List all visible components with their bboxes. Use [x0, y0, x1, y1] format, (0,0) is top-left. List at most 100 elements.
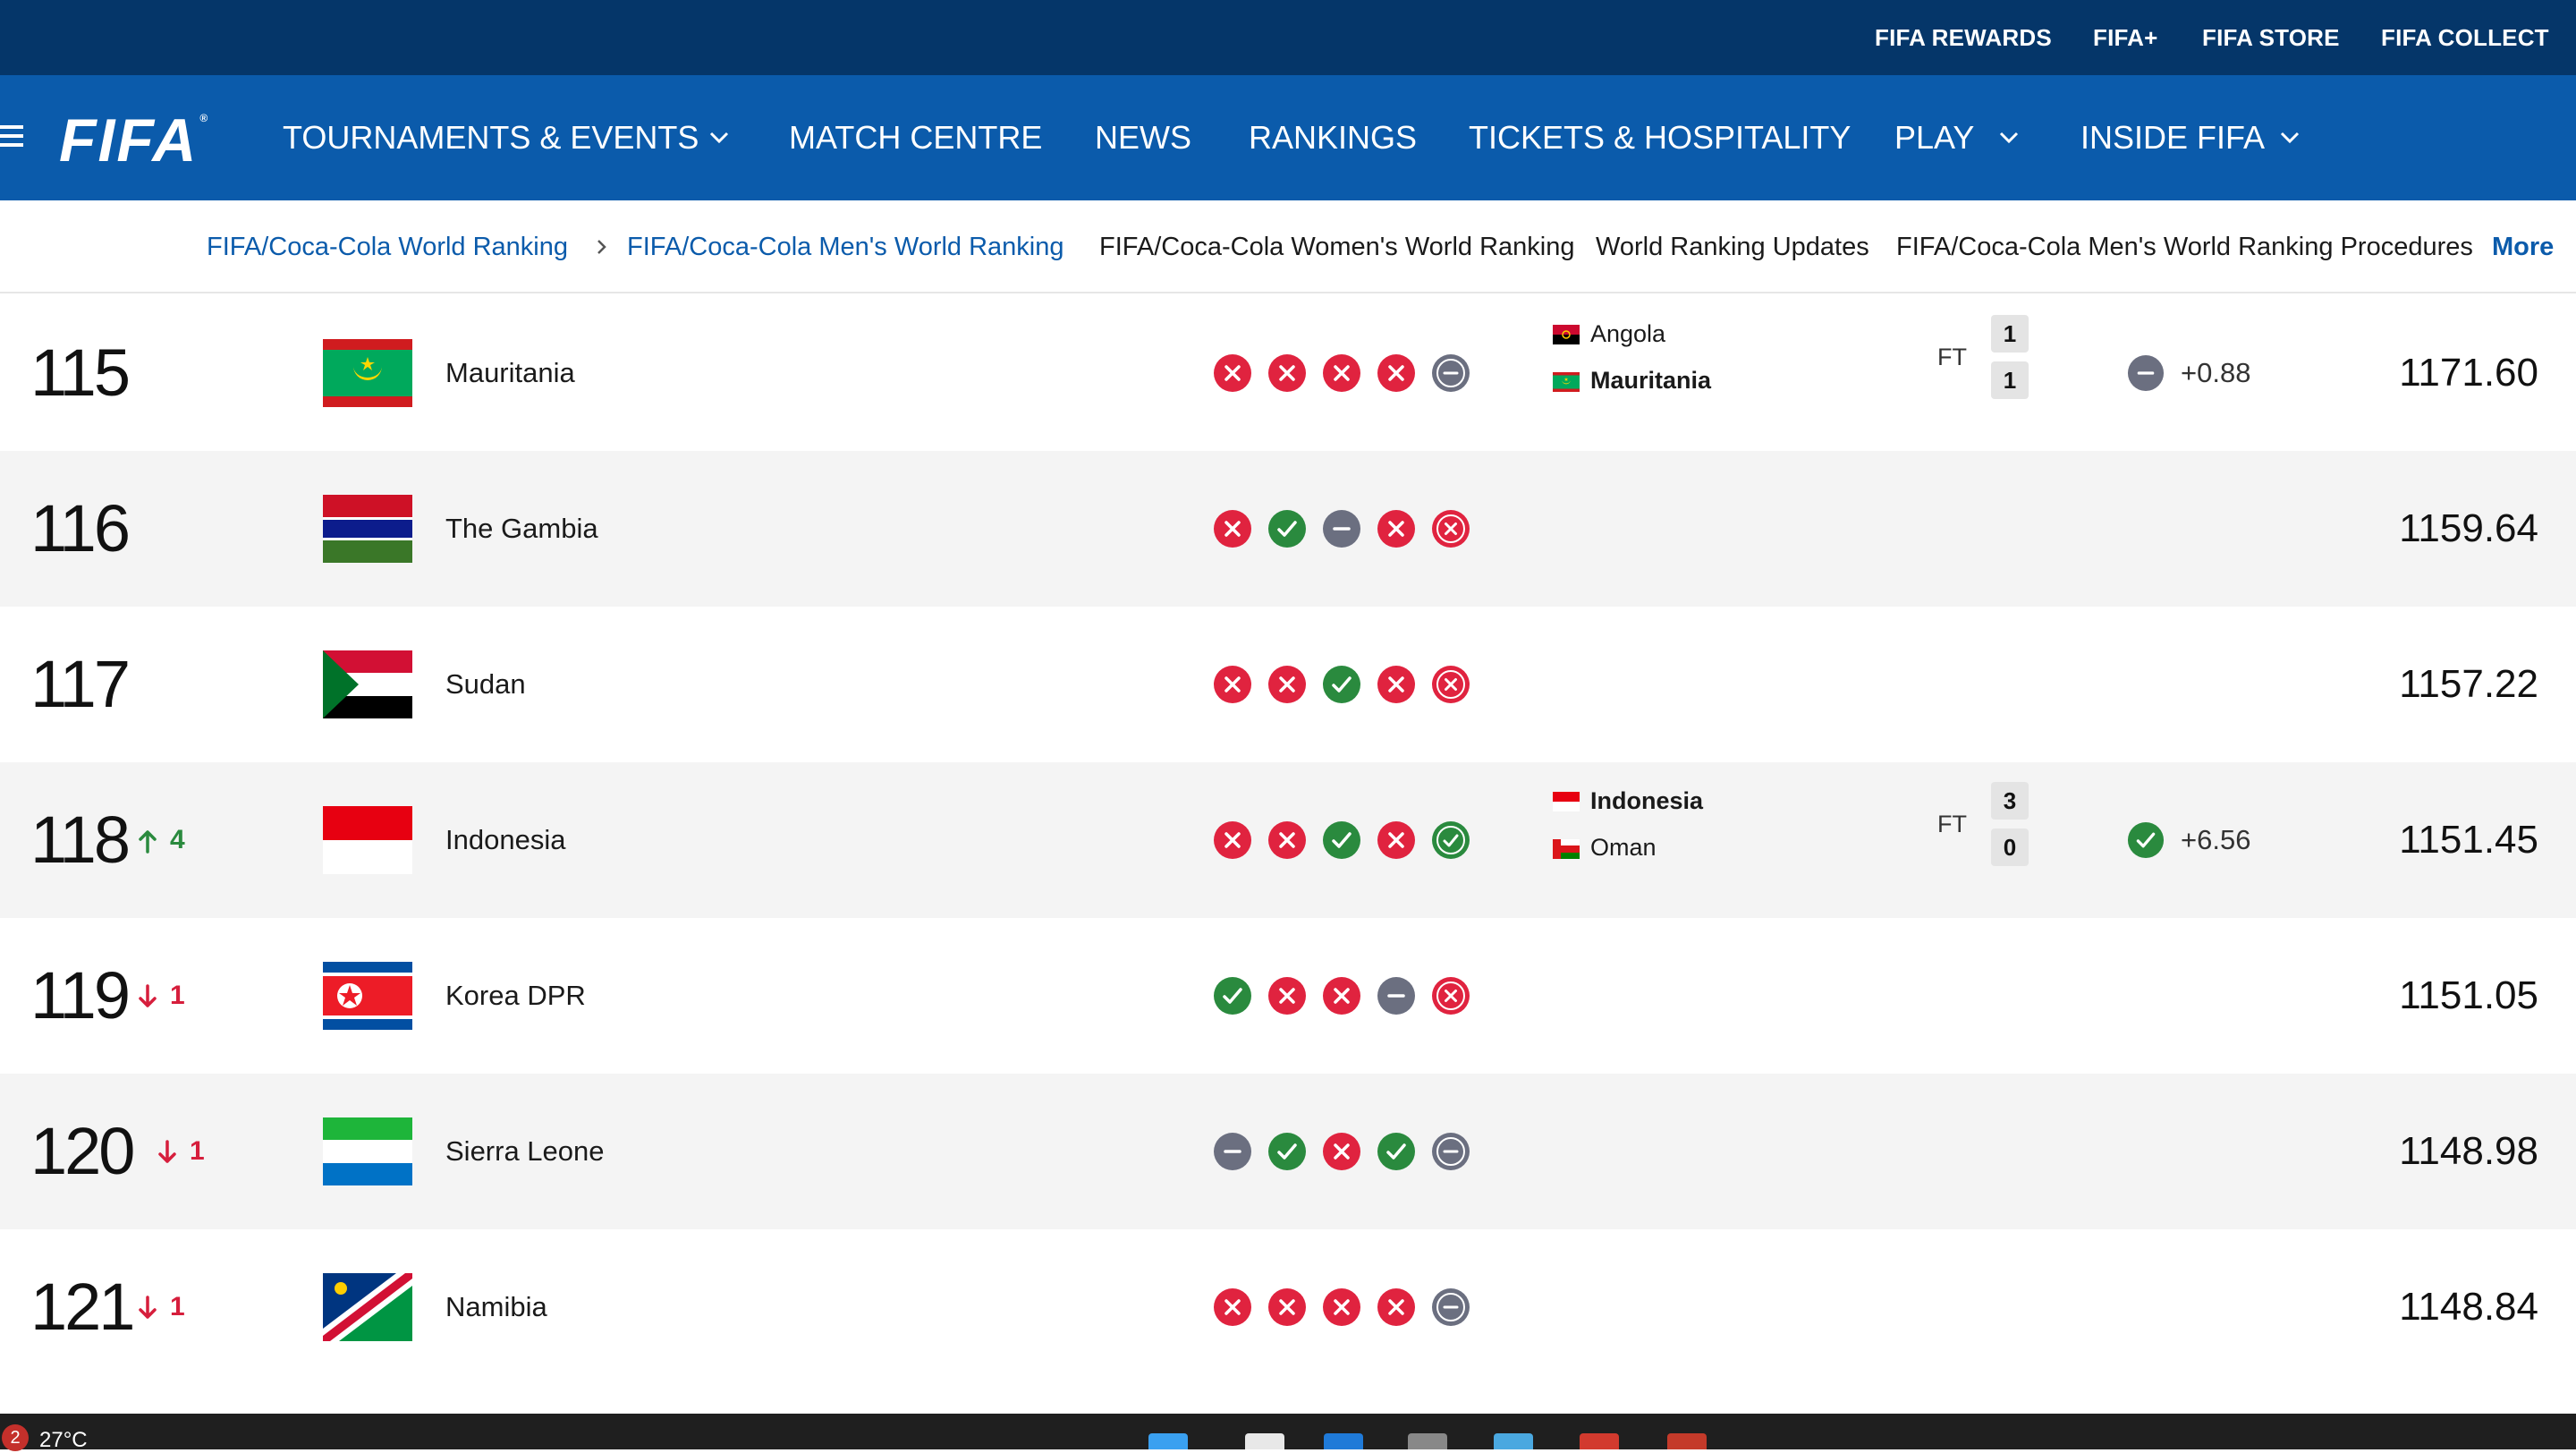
loss-icon[interactable] [1377, 665, 1416, 704]
loss-icon[interactable] [1431, 976, 1470, 1015]
win-icon[interactable] [1431, 820, 1470, 860]
table-row[interactable]: 117 Sudan 1157.22 [0, 607, 2576, 762]
main-navigation: FIFA ® TOURNAMENTS & EVENTS MATCH CENTRE … [0, 75, 2576, 200]
fifa-store-link[interactable]: FIFA STORE [2202, 0, 2340, 75]
win-icon[interactable] [1322, 820, 1361, 860]
gambia-flag-icon [323, 495, 412, 563]
edge-browser-icon[interactable] [1324, 1433, 1363, 1449]
nav-tickets-hospitality[interactable]: TICKETS & HOSPITALITY [1469, 75, 1851, 200]
table-row[interactable]: 115 Mauritania Angola Mauritania FT 1 1 +0.88 11… [0, 295, 2576, 451]
indonesia-flag-icon [323, 806, 412, 874]
win-icon[interactable] [1267, 1132, 1307, 1171]
total-points: 1171.60 [2399, 351, 2538, 395]
subnav-ranking-procedures[interactable]: FIFA/Coca-Cola Men's World Ranking Proce… [1896, 200, 2473, 293]
notification-badge[interactable]: 2 [2, 1424, 29, 1451]
loss-icon[interactable] [1377, 353, 1416, 393]
loss-icon[interactable] [1377, 1287, 1416, 1327]
nav-tournaments-events[interactable]: TOURNAMENTS & EVENTS [283, 75, 699, 200]
points-change: +0.88 [2181, 357, 2251, 388]
match-away-team[interactable]: Mauritania [1590, 367, 1711, 395]
loss-icon[interactable] [1431, 509, 1470, 548]
draw-icon[interactable] [1322, 509, 1361, 548]
table-row[interactable]: 120 1 Sierra Leone 1148.98 [0, 1074, 2576, 1229]
team-name[interactable]: Mauritania [445, 295, 575, 451]
table-row[interactable]: 121 1 Namibia 1148.84 [0, 1229, 2576, 1385]
subnav-more[interactable]: More [2492, 200, 2554, 293]
loss-icon[interactable] [1267, 820, 1307, 860]
loss-icon[interactable] [1213, 509, 1252, 548]
team-name[interactable]: Namibia [445, 1229, 547, 1385]
nav-match-centre[interactable]: MATCH CENTRE [789, 75, 1042, 200]
loss-icon[interactable] [1213, 820, 1252, 860]
arrow-up-icon [138, 825, 170, 854]
taskbar [0, 1414, 2576, 1449]
match-away-team[interactable]: Oman [1590, 834, 1657, 862]
loss-icon[interactable] [1377, 509, 1416, 548]
away-score: 1 [1991, 361, 2029, 399]
rank-movement: 4 [138, 762, 185, 918]
chevron-down-icon[interactable] [708, 126, 730, 148]
loss-icon[interactable] [1322, 353, 1361, 393]
subnav-womens-world-ranking[interactable]: FIFA/Coca-Cola Women's World Ranking [1099, 200, 1575, 293]
loss-icon[interactable] [1322, 976, 1361, 1015]
app-icon[interactable] [1408, 1433, 1447, 1449]
loss-icon[interactable] [1267, 1287, 1307, 1327]
nav-inside-fifa[interactable]: INSIDE FIFA [2080, 75, 2265, 200]
arrow-down-icon [138, 981, 170, 1010]
draw-icon[interactable] [1431, 1132, 1470, 1171]
win-icon[interactable] [1322, 665, 1361, 704]
loss-icon[interactable] [1322, 1132, 1361, 1171]
app-icon[interactable] [1667, 1433, 1707, 1449]
fifa-logo[interactable]: FIFA ® [59, 109, 209, 172]
loss-icon[interactable] [1431, 665, 1470, 704]
indonesia-flag-icon [1553, 792, 1580, 811]
fifa-rewards-link[interactable]: FIFA REWARDS [1875, 0, 2052, 75]
team-name[interactable]: Sierra Leone [445, 1074, 605, 1229]
rank-movement-value: 1 [170, 981, 185, 1010]
menu-icon[interactable] [0, 125, 23, 152]
draw-icon[interactable] [1213, 1132, 1252, 1171]
table-row[interactable]: 116 The Gambia 1159.64 [0, 451, 2576, 607]
calendar-icon[interactable] [1494, 1433, 1533, 1449]
nav-play[interactable]: PLAY [1894, 75, 1974, 200]
breadcrumb-mens-world-ranking[interactable]: FIFA/Coca-Cola Men's World Ranking [627, 200, 1064, 293]
loss-icon[interactable] [1213, 353, 1252, 393]
loss-icon[interactable] [1267, 353, 1307, 393]
rank-movement-value: 1 [170, 1292, 185, 1321]
loss-icon[interactable] [1267, 665, 1307, 704]
table-row[interactable]: 118 4 Indonesia Indonesia Oman FT 3 0 +6.56 1151.… [0, 762, 2576, 918]
team-name[interactable]: Korea DPR [445, 918, 586, 1074]
loss-icon[interactable] [1267, 976, 1307, 1015]
loss-icon[interactable] [1377, 820, 1416, 860]
team-name[interactable]: Indonesia [445, 762, 565, 918]
breadcrumb-world-ranking[interactable]: FIFA/Coca-Cola World Ranking [207, 200, 568, 293]
loss-icon[interactable] [1322, 1287, 1361, 1327]
nav-news[interactable]: NEWS [1095, 75, 1191, 200]
fifa-plus-link[interactable]: FIFA+ [2093, 0, 2158, 75]
team-name[interactable]: The Gambia [445, 451, 598, 607]
chrome-icon[interactable] [1580, 1433, 1619, 1449]
points-change: +6.56 [2181, 824, 2251, 855]
nav-rankings[interactable]: RANKINGS [1249, 75, 1417, 200]
win-icon[interactable] [1267, 509, 1307, 548]
fifa-collect-link[interactable]: FIFA COLLECT [2381, 0, 2549, 75]
match-home-team[interactable]: Angola [1590, 320, 1665, 348]
team-name[interactable]: Sudan [445, 607, 526, 762]
arrow-down-icon [138, 1292, 170, 1321]
win-icon[interactable] [1377, 1132, 1416, 1171]
start-icon[interactable] [1148, 1433, 1188, 1449]
draw-icon[interactable] [1431, 1287, 1470, 1327]
chevron-down-icon[interactable] [1998, 126, 2020, 148]
draw-icon[interactable] [1377, 976, 1416, 1015]
total-points: 1148.84 [2399, 1285, 2538, 1329]
loss-icon[interactable] [1213, 665, 1252, 704]
draw-icon[interactable] [1431, 353, 1470, 393]
loss-icon[interactable] [1213, 1287, 1252, 1327]
table-row[interactable]: 119 1 Korea DPR 1151.05 [0, 918, 2576, 1074]
file-explorer-icon[interactable] [1245, 1433, 1284, 1449]
win-icon[interactable] [1213, 976, 1252, 1015]
rank-movement-value: 1 [190, 1136, 205, 1166]
chevron-down-icon[interactable] [2279, 126, 2301, 148]
subnav-world-ranking-updates[interactable]: World Ranking Updates [1596, 200, 1869, 293]
match-home-team[interactable]: Indonesia [1590, 787, 1703, 815]
